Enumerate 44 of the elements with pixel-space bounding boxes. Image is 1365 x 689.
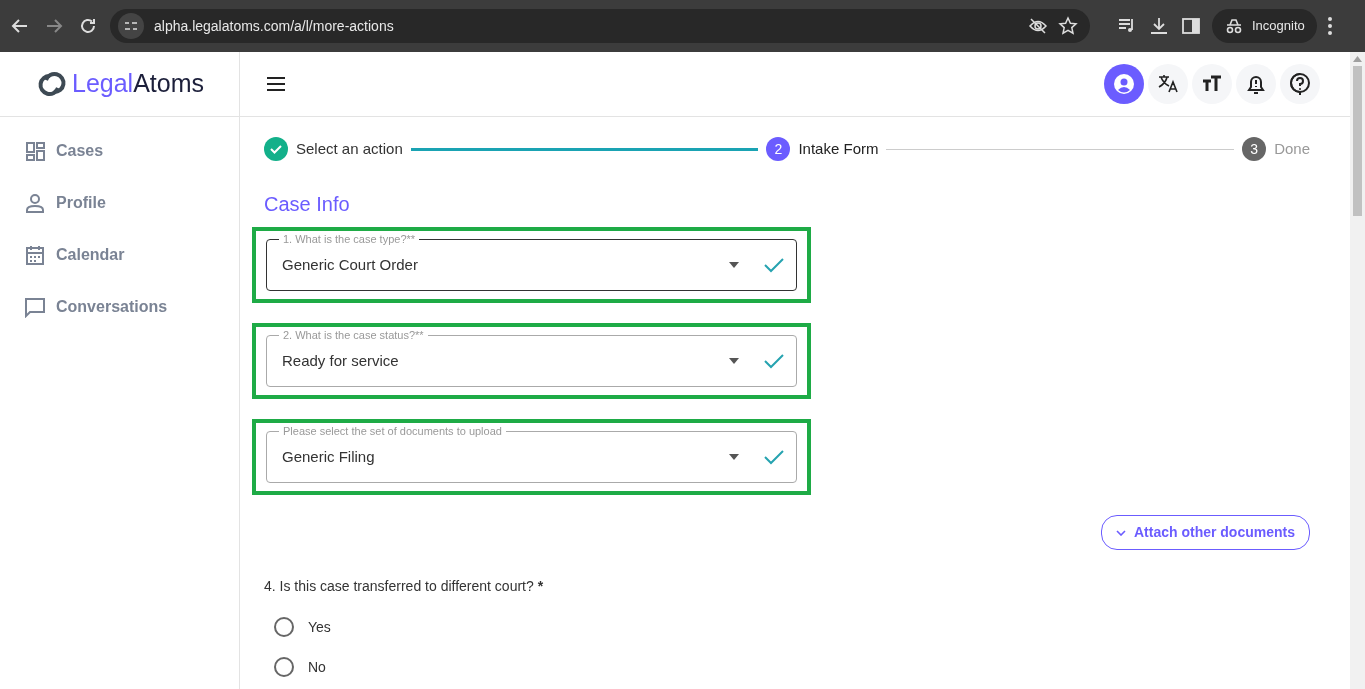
incognito-badge[interactable]: Incognito bbox=[1212, 9, 1317, 43]
menu-icon[interactable] bbox=[266, 76, 286, 92]
alert-bell-button[interactable] bbox=[1236, 64, 1276, 104]
text-size-button[interactable] bbox=[1192, 64, 1232, 104]
chevron-down-icon bbox=[1116, 529, 1126, 536]
radio-option[interactable]: Yes bbox=[264, 607, 1310, 647]
checkmark-icon bbox=[764, 449, 784, 465]
dropdown-caret-icon[interactable] bbox=[728, 454, 740, 460]
logo-text: LegalAtoms bbox=[72, 68, 205, 100]
person-icon bbox=[24, 192, 46, 214]
step-number: 3 bbox=[1242, 137, 1267, 161]
more-options-icon[interactable] bbox=[1326, 16, 1333, 36]
attach-documents-button[interactable]: Attach other documents bbox=[1101, 515, 1310, 550]
step-label: Intake Form bbox=[798, 138, 879, 159]
scrollbar-thumb[interactable] bbox=[1353, 66, 1362, 216]
help-icon bbox=[1288, 72, 1312, 96]
calendar-icon bbox=[24, 244, 46, 266]
step-label: Done bbox=[1274, 138, 1310, 159]
star-icon[interactable] bbox=[1058, 16, 1078, 36]
step-label: Select an action bbox=[296, 138, 403, 159]
dropdown-caret-icon[interactable] bbox=[728, 358, 740, 364]
checkmark-icon bbox=[764, 257, 784, 273]
sidebar-item[interactable]: Cases bbox=[0, 125, 239, 177]
checkmark-icon bbox=[764, 353, 784, 369]
translate-button[interactable] bbox=[1148, 64, 1188, 104]
eye-slash-icon[interactable] bbox=[1028, 16, 1048, 36]
sidebar-item[interactable]: Profile bbox=[0, 177, 239, 229]
section-title: Case Info bbox=[264, 192, 351, 217]
sidebar-item[interactable]: Calendar bbox=[0, 229, 239, 281]
download-icon[interactable] bbox=[1148, 15, 1170, 37]
help-button[interactable] bbox=[1280, 64, 1320, 104]
incognito-icon bbox=[1224, 16, 1244, 36]
side-panel-icon[interactable] bbox=[1180, 15, 1202, 37]
dashboard-icon bbox=[24, 140, 46, 162]
step-number: 2 bbox=[766, 137, 791, 161]
chat-bubble-icon bbox=[24, 296, 46, 318]
required-mark: * bbox=[537, 578, 544, 594]
account-button[interactable] bbox=[1104, 64, 1144, 104]
account-icon bbox=[1112, 72, 1136, 96]
sidebar-item[interactable]: Conversations bbox=[0, 281, 239, 333]
radio-option[interactable]: No bbox=[264, 647, 1310, 687]
site-settings-icon[interactable] bbox=[118, 13, 144, 39]
dropdown-caret-icon[interactable] bbox=[728, 262, 740, 268]
question-text: 4. Is this case transferred to different court? * bbox=[264, 577, 545, 596]
